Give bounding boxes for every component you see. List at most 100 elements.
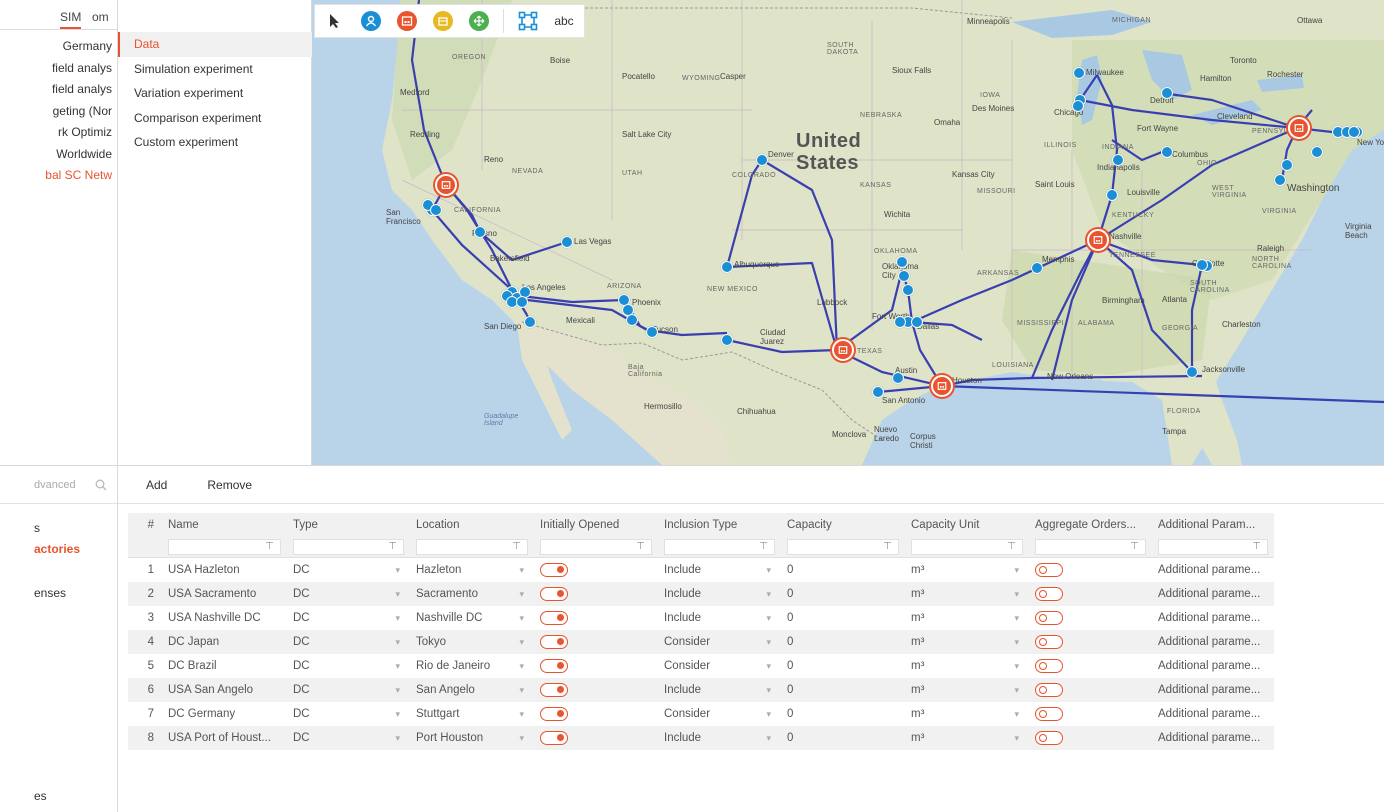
experiment-item[interactable]: Comparison experiment <box>118 106 312 131</box>
column-filter[interactable]: ⊤ <box>664 538 775 555</box>
column-header[interactable]: Inclusion Type <box>658 513 781 536</box>
aggregate-orders-toggle[interactable] <box>1035 587 1063 601</box>
dropdown-arrow-icon[interactable]: ▾ <box>519 733 524 744</box>
add-factory-tool[interactable] <box>395 9 419 33</box>
project-item[interactable]: Worldwide <box>0 144 117 166</box>
name-cell[interactable]: DC Germany <box>162 702 287 726</box>
customer-marker[interactable] <box>1281 159 1293 171</box>
aggregate-orders-toggle[interactable] <box>1035 635 1063 649</box>
location-cell[interactable]: Rio de Janeiro ▾ <box>410 654 534 678</box>
factory-marker[interactable] <box>1087 229 1109 251</box>
type-cell[interactable]: DC ▾ <box>287 678 410 702</box>
dropdown-arrow-icon[interactable]: ▾ <box>519 565 524 576</box>
column-filter[interactable]: ⊤ <box>416 538 528 555</box>
table-row[interactable]: 2 USA Sacramento DC ▾ Sacramento ▾ Include ▾ 0 m³… <box>128 582 1274 606</box>
initially-opened-toggle[interactable] <box>540 683 568 697</box>
dropdown-arrow-icon[interactable]: ▾ <box>519 661 524 672</box>
capacity-unit-cell[interactable]: m³ ▾ <box>905 654 1029 678</box>
aggregate-orders-cell[interactable] <box>1029 630 1152 654</box>
customer-marker[interactable] <box>1348 126 1360 138</box>
remove-button[interactable]: Remove <box>207 478 252 492</box>
dropdown-arrow-icon[interactable]: ▾ <box>395 637 400 648</box>
dropdown-arrow-icon[interactable]: ▾ <box>395 589 400 600</box>
customer-marker[interactable] <box>1186 366 1198 378</box>
column-header[interactable]: Initially Opened <box>534 513 658 536</box>
filter-icon[interactable]: ⊤ <box>883 541 892 552</box>
filter-icon[interactable]: ⊤ <box>265 541 274 552</box>
additional-params-cell[interactable]: Additional parame... <box>1152 678 1274 702</box>
location-cell[interactable]: Tokyo ▾ <box>410 630 534 654</box>
aggregate-orders-cell[interactable] <box>1029 558 1152 582</box>
experiment-item[interactable]: Data <box>118 32 312 57</box>
customer-marker[interactable] <box>646 326 658 338</box>
customer-marker[interactable] <box>516 296 528 308</box>
filter-icon[interactable]: ⊤ <box>1130 541 1139 552</box>
dropdown-arrow-icon[interactable]: ▾ <box>519 709 524 720</box>
column-header[interactable]: Location <box>410 513 534 536</box>
customer-marker[interactable] <box>561 236 573 248</box>
inclusion-type-cell[interactable]: Include ▾ <box>658 606 781 630</box>
location-cell[interactable]: Stuttgart ▾ <box>410 702 534 726</box>
table-row[interactable]: 8 USA Port of Houst... DC ▾ Port Houston ▾ Inc… <box>128 726 1274 750</box>
text-tool[interactable]: abc <box>552 9 576 33</box>
additional-params-cell[interactable]: Additional parame... <box>1152 630 1274 654</box>
dropdown-arrow-icon[interactable]: ▾ <box>1014 637 1019 648</box>
customer-marker[interactable] <box>1196 259 1208 271</box>
customer-marker[interactable] <box>721 334 733 346</box>
type-cell[interactable]: DC ▾ <box>287 654 410 678</box>
initially-opened-toggle[interactable] <box>540 659 568 673</box>
column-filter[interactable]: ⊤ <box>1158 538 1268 555</box>
dropdown-arrow-icon[interactable]: ▾ <box>519 637 524 648</box>
initially-opened-cell[interactable] <box>534 678 658 702</box>
initially-opened-toggle[interactable] <box>540 563 568 577</box>
aggregate-orders-cell[interactable] <box>1029 582 1152 606</box>
factory-marker[interactable] <box>435 174 457 196</box>
name-cell[interactable]: USA Sacramento <box>162 582 287 606</box>
dropdown-arrow-icon[interactable]: ▾ <box>519 613 524 624</box>
customer-marker[interactable] <box>902 284 914 296</box>
dropdown-arrow-icon[interactable]: ▾ <box>1014 709 1019 720</box>
name-cell[interactable]: DC Japan <box>162 630 287 654</box>
dropdown-arrow-icon[interactable]: ▾ <box>1014 613 1019 624</box>
customer-marker[interactable] <box>1072 100 1084 112</box>
column-header[interactable]: Type <box>287 513 410 536</box>
factory-marker[interactable] <box>1288 117 1310 139</box>
column-filter[interactable]: ⊤ <box>540 538 652 555</box>
customer-marker[interactable] <box>1274 174 1286 186</box>
customer-marker[interactable] <box>430 204 442 216</box>
column-filter[interactable]: ⊤ <box>787 538 899 555</box>
filter-icon[interactable]: ⊤ <box>1007 541 1016 552</box>
location-cell[interactable]: Port Houston ▾ <box>410 726 534 750</box>
column-header[interactable]: Name <box>162 513 287 536</box>
aggregate-orders-toggle[interactable] <box>1035 563 1063 577</box>
initially-opened-toggle[interactable] <box>540 731 568 745</box>
customer-marker[interactable] <box>524 316 536 328</box>
location-cell[interactable]: San Angelo ▾ <box>410 678 534 702</box>
location-cell[interactable]: Sacramento ▾ <box>410 582 534 606</box>
name-cell[interactable]: USA San Angelo <box>162 678 287 702</box>
customer-marker[interactable] <box>911 316 923 328</box>
dropdown-arrow-icon[interactable]: ▾ <box>766 661 771 672</box>
table-row[interactable]: 5 DC Brazil DC ▾ Rio de Janeiro ▾ Consider ▾ 0 m³… <box>128 654 1274 678</box>
aggregate-orders-toggle[interactable] <box>1035 611 1063 625</box>
map-view[interactable]: United States Ottawa MICHIGAN Minneapoli… <box>312 0 1384 465</box>
table-row[interactable]: 4 DC Japan DC ▾ Tokyo ▾ Consider ▾ 0 m³ ▾ Additiona… <box>128 630 1274 654</box>
nav-item[interactable]: actories <box>0 542 118 556</box>
capacity-cell[interactable]: 0 <box>781 726 905 750</box>
capacity-cell[interactable]: 0 <box>781 606 905 630</box>
dropdown-arrow-icon[interactable]: ▾ <box>519 685 524 696</box>
capacity-cell[interactable]: 0 <box>781 630 905 654</box>
location-cell[interactable]: Nashville DC ▾ <box>410 606 534 630</box>
customer-marker[interactable] <box>898 270 910 282</box>
additional-params-cell[interactable]: Additional parame... <box>1152 582 1274 606</box>
search-icon[interactable] <box>95 479 107 491</box>
project-item[interactable]: geting (Nor <box>0 101 117 123</box>
additional-params-cell[interactable]: Additional parame... <box>1152 726 1274 750</box>
tab-om[interactable]: om <box>92 10 109 24</box>
network-tool[interactable] <box>516 9 540 33</box>
column-header[interactable]: Capacity Unit <box>905 513 1029 536</box>
column-header[interactable]: Additional Param... <box>1152 513 1274 536</box>
dropdown-arrow-icon[interactable]: ▾ <box>395 613 400 624</box>
customer-marker[interactable] <box>1031 262 1043 274</box>
initially-opened-toggle[interactable] <box>540 707 568 721</box>
